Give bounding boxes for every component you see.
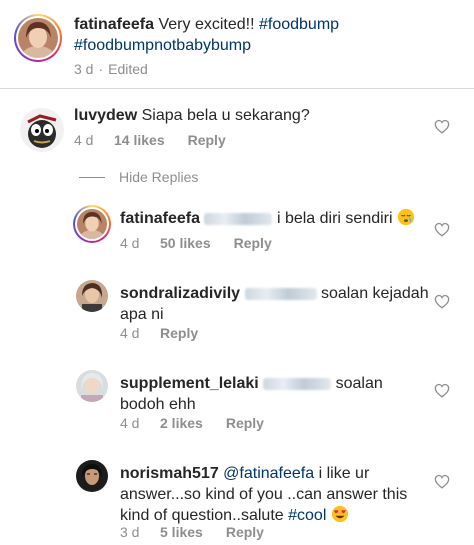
reply-username[interactable]: sondralizadivily (120, 285, 240, 302)
comment-body: Siapa bela u sekarang? (141, 107, 310, 124)
comment-username[interactable]: luvydew (74, 107, 137, 124)
comment-time: 4 d (74, 132, 94, 148)
like-heart-icon[interactable] (434, 383, 450, 398)
reply-body: i bela diri sendiri (276, 210, 393, 227)
hide-replies-label: Hide Replies (119, 169, 199, 185)
caption-time: 3 d (74, 61, 94, 77)
caption-username[interactable]: fatinafeefa (74, 16, 154, 33)
hashtag-link[interactable]: #foodbumpnotbabybump (74, 37, 251, 54)
hide-replies-line (79, 176, 105, 178)
reply-time: 4 d (120, 415, 140, 431)
reply-meta: 3 d 5 likes Reply (120, 523, 264, 541)
reply-text: norismah517 @fatinafeefa i like ur answe… (120, 463, 430, 526)
post-caption: fatinafeefa Very excited!! #foodbump #fo… (0, 0, 474, 88)
avatar[interactable] (77, 209, 107, 239)
avatar[interactable] (76, 460, 108, 492)
reply-button[interactable]: Reply (160, 324, 198, 342)
reply-body: answer...so kind of you ..can answer thi… (120, 486, 408, 503)
divider (0, 88, 474, 89)
reply-body: bodoh ehh (120, 396, 196, 413)
reply-button[interactable]: Reply (188, 131, 226, 149)
reply-text: sondralizadivily soalan kejadah apa ni (120, 283, 430, 325)
caption-text: fatinafeefa Very excited!! #foodbump #fo… (74, 14, 464, 56)
reply-body: kind of question..salute (120, 507, 284, 524)
reply-username[interactable]: supplement_lelaki (120, 375, 259, 392)
reply-body: i like ur (318, 465, 370, 482)
likes-count[interactable]: 50 likes (160, 234, 211, 252)
heart-eyes-icon (331, 505, 349, 523)
avatar[interactable] (76, 280, 108, 312)
reply-time: 4 d (120, 235, 140, 251)
story-ring[interactable] (73, 205, 111, 243)
avatar[interactable] (18, 18, 58, 58)
reply-button[interactable]: Reply (226, 523, 264, 541)
reply-meta: 4 d 50 likes Reply (120, 234, 272, 252)
likes-count[interactable]: 2 likes (160, 414, 203, 432)
comment-meta: 4 d 14 likes Reply (74, 131, 226, 149)
reply-text: supplement_lelaki soalan bodoh ehh (120, 373, 430, 415)
meta-separator: · (98, 61, 104, 77)
likes-count[interactable]: 14 likes (114, 131, 165, 149)
reply-meta: 4 d Reply (120, 324, 198, 342)
sleepy-face-icon (397, 208, 415, 226)
reply-button[interactable]: Reply (234, 234, 272, 252)
like-heart-icon[interactable] (434, 222, 450, 237)
mention-link[interactable]: @fatinafeefa (223, 465, 314, 482)
avatar[interactable] (20, 108, 64, 152)
reply-time: 4 d (120, 325, 140, 341)
blurred-mention (204, 212, 273, 225)
reply-body: soalan kejadah (320, 285, 429, 302)
hashtag-link[interactable]: #cool (288, 507, 326, 524)
comment-text: luvydew Siapa bela u sekarang? (74, 105, 310, 126)
blurred-mention (244, 287, 317, 300)
caption-meta: 3 d · Edited (74, 60, 148, 78)
story-ring[interactable] (14, 14, 62, 62)
reply-meta: 4 d 2 likes Reply (120, 414, 264, 432)
likes-count[interactable]: 5 likes (160, 523, 203, 541)
reply-body: soalan (335, 375, 383, 392)
reply-username[interactable]: norismah517 (120, 465, 219, 482)
caption-body: Very excited!! (158, 16, 255, 33)
reply-text: fatinafeefa i bela diri sendiri (120, 208, 415, 229)
blurred-mention (263, 377, 332, 390)
avatar[interactable] (76, 370, 108, 402)
like-heart-icon[interactable] (434, 119, 450, 134)
like-heart-icon[interactable] (434, 474, 450, 489)
edited-label: Edited (108, 61, 148, 77)
like-heart-icon[interactable] (434, 294, 450, 309)
reply-username[interactable]: fatinafeefa (120, 210, 200, 227)
reply-button[interactable]: Reply (226, 414, 264, 432)
reply-time: 3 d (120, 524, 140, 540)
reply-body: apa ni (120, 306, 164, 323)
hide-replies-button[interactable]: Hide Replies (79, 168, 198, 186)
hashtag-link[interactable]: #foodbump (259, 16, 339, 33)
